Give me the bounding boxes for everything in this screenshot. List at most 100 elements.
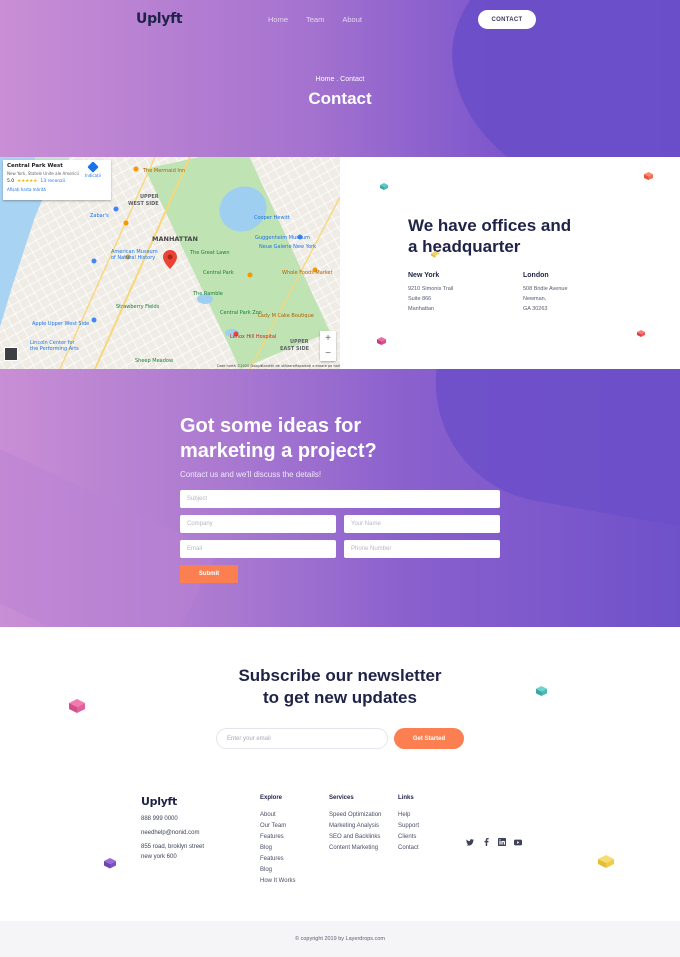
phone-field[interactable]: Phone Number xyxy=(344,540,500,558)
office-city-newyork: New York xyxy=(408,272,440,279)
decor-cube-icon xyxy=(536,686,547,696)
footer-link[interactable]: Contact xyxy=(398,843,419,854)
footer-link[interactable]: Features xyxy=(260,832,296,843)
zoom-in-button[interactable]: + xyxy=(325,333,331,344)
footer-link[interactable]: Support xyxy=(398,821,419,832)
map-larger-link[interactable]: Afișați harta mărită xyxy=(7,187,107,192)
address-line: Newman, xyxy=(523,296,547,302)
newsletter-title-line1: Subscribe our newsletter xyxy=(238,666,442,685)
google-map[interactable]: UPPER WEST SIDE MANHATTAN UPPER EAST SID… xyxy=(0,157,340,369)
ideas-title-line1: Got some ideas for xyxy=(180,415,362,437)
footer-link[interactable]: About xyxy=(260,810,296,821)
map-place-card: Central Park West New York, Statele Unit… xyxy=(3,160,111,200)
main-nav: Home Team About xyxy=(268,15,362,24)
subject-field[interactable]: Subject xyxy=(180,490,500,508)
map-rating-row: 5.0 ★★★★★ 13 recenzii xyxy=(7,179,107,184)
email-field[interactable]: Email xyxy=(180,540,336,558)
footer-link[interactable]: Blog xyxy=(260,865,296,876)
map-label: EAST SIDE xyxy=(280,346,310,352)
map-label: Central Park Zoo xyxy=(220,310,262,316)
map-label: Neue Galerie New York xyxy=(259,244,316,250)
map-label: Central Park xyxy=(203,270,234,276)
address-line: 9210 Simonis Trail xyxy=(408,286,454,292)
footer-email[interactable]: needhelp@nonid.com xyxy=(141,828,199,838)
copyright-text: © copyright 2019 by Layerdrops.com xyxy=(295,936,385,942)
linkedin-icon[interactable] xyxy=(498,838,506,846)
footer-explore-list: About Our Team Features Blog Features Bl… xyxy=(260,810,296,887)
ideas-shape xyxy=(0,440,218,627)
newsletter-email-input[interactable]: Enter your email xyxy=(216,728,388,749)
map-label: WEST SIDE xyxy=(128,201,159,207)
footer-link[interactable]: SEO and Backlinks xyxy=(329,832,381,843)
name-field[interactable]: Your Name xyxy=(344,515,500,533)
decor-cube-icon xyxy=(377,337,386,345)
map-terms[interactable]: Condiții de utilizare xyxy=(261,364,295,368)
office-address-newyork: 9210 Simonis Trail Suite 866 Manhattan xyxy=(408,284,453,314)
map-directions[interactable]: Indicații xyxy=(85,161,101,178)
footer-address: 855 road, broklyn street new york 600 xyxy=(141,842,204,862)
map-label: The Ramble xyxy=(192,291,223,297)
footer-links-list: Help Support Clients Contact xyxy=(398,810,419,854)
offices-title-line2: a headquarter xyxy=(408,237,521,256)
map-label: Strawberry Fields xyxy=(116,304,160,310)
ideas-shape xyxy=(416,369,680,536)
footer-logo[interactable]: Uplyft xyxy=(141,795,177,808)
directions-icon xyxy=(87,161,99,173)
contact-button[interactable]: CONTACT xyxy=(478,10,536,29)
footer-link[interactable]: Features xyxy=(260,854,296,865)
address-line: 508 Bridie Avenue xyxy=(523,286,568,292)
submit-button[interactable]: Submit xyxy=(180,565,238,583)
footer-phone[interactable]: 888 999 0000 xyxy=(141,814,178,824)
company-field[interactable]: Company xyxy=(180,515,336,533)
footer-services-list: Speed Optimization Marketing Analysis SE… xyxy=(329,810,381,854)
footer-link[interactable]: Blog xyxy=(260,843,296,854)
nav-item-about[interactable]: About xyxy=(342,15,362,24)
office-city-london: London xyxy=(523,272,549,279)
page-title: Contact xyxy=(308,89,372,108)
decor-cube-icon xyxy=(598,855,614,868)
footer-link[interactable]: Help xyxy=(398,810,419,821)
newsletter-title: Subscribe our newsletter to get new upda… xyxy=(0,665,680,709)
map-pegman-thumbnail[interactable] xyxy=(4,347,18,361)
get-started-button[interactable]: Get Started xyxy=(394,728,464,749)
map-label: Whole Foods Market xyxy=(282,270,333,276)
newsletter-title-line2: to get new updates xyxy=(263,688,417,707)
map-attribution[interactable]: Date hartă ©2020 Google xyxy=(217,364,263,368)
footer-link[interactable]: Our Team xyxy=(260,821,296,832)
map-report[interactable]: Raportați o eroare pe hartă xyxy=(295,364,340,368)
decor-cube-icon xyxy=(431,251,440,258)
decor-cube-icon xyxy=(69,699,85,713)
map-reviews[interactable]: 13 recenzii xyxy=(40,179,65,184)
decor-cube-icon xyxy=(380,183,388,190)
footer-link[interactable]: Speed Optimization xyxy=(329,810,381,821)
footer-link[interactable]: Clients xyxy=(398,832,419,843)
map-label: the Performing Arts xyxy=(30,346,79,352)
ideas-subtitle: Contact us and we'll discuss the details… xyxy=(180,470,322,479)
facebook-icon[interactable] xyxy=(482,838,490,846)
footer-link[interactable]: Content Marketing xyxy=(329,843,381,854)
footer-link[interactable]: Marketing Analysis xyxy=(329,821,381,832)
contact-form-section: Got some ideas for marketing a project? … xyxy=(0,369,680,627)
offices-section: We have offices and a headquarter New Yo… xyxy=(340,157,680,369)
ideas-title-line2: marketing a project? xyxy=(180,440,377,462)
nav-item-team[interactable]: Team xyxy=(306,15,324,24)
map-label: Cooper Hewitt xyxy=(254,215,290,221)
address-line: Manhattan xyxy=(408,306,434,312)
map-label: of Natural History xyxy=(111,255,155,261)
twitter-icon[interactable] xyxy=(466,838,474,846)
map-label: Lenox Hill Hospital xyxy=(230,334,276,340)
map-label: The Mermaid Inn xyxy=(142,168,185,174)
footer-link[interactable]: How It Works xyxy=(260,876,296,887)
map-label: Zabar's xyxy=(90,213,109,219)
footer-address-line1: 855 road, broklyn street xyxy=(141,844,205,850)
social-links xyxy=(466,838,522,846)
map-stars: ★★★★★ xyxy=(17,179,38,184)
nav-item-home[interactable]: Home xyxy=(268,15,288,24)
zoom-out-button[interactable]: − xyxy=(325,348,331,359)
address-line: GA 30263 xyxy=(523,306,548,312)
offices-title-line1: We have offices and xyxy=(408,216,572,235)
footer-address-line2: new york 600 xyxy=(141,854,177,860)
map-label: UPPER xyxy=(140,194,159,200)
youtube-icon[interactable] xyxy=(514,838,522,846)
logo[interactable]: Uplyft xyxy=(136,11,183,27)
